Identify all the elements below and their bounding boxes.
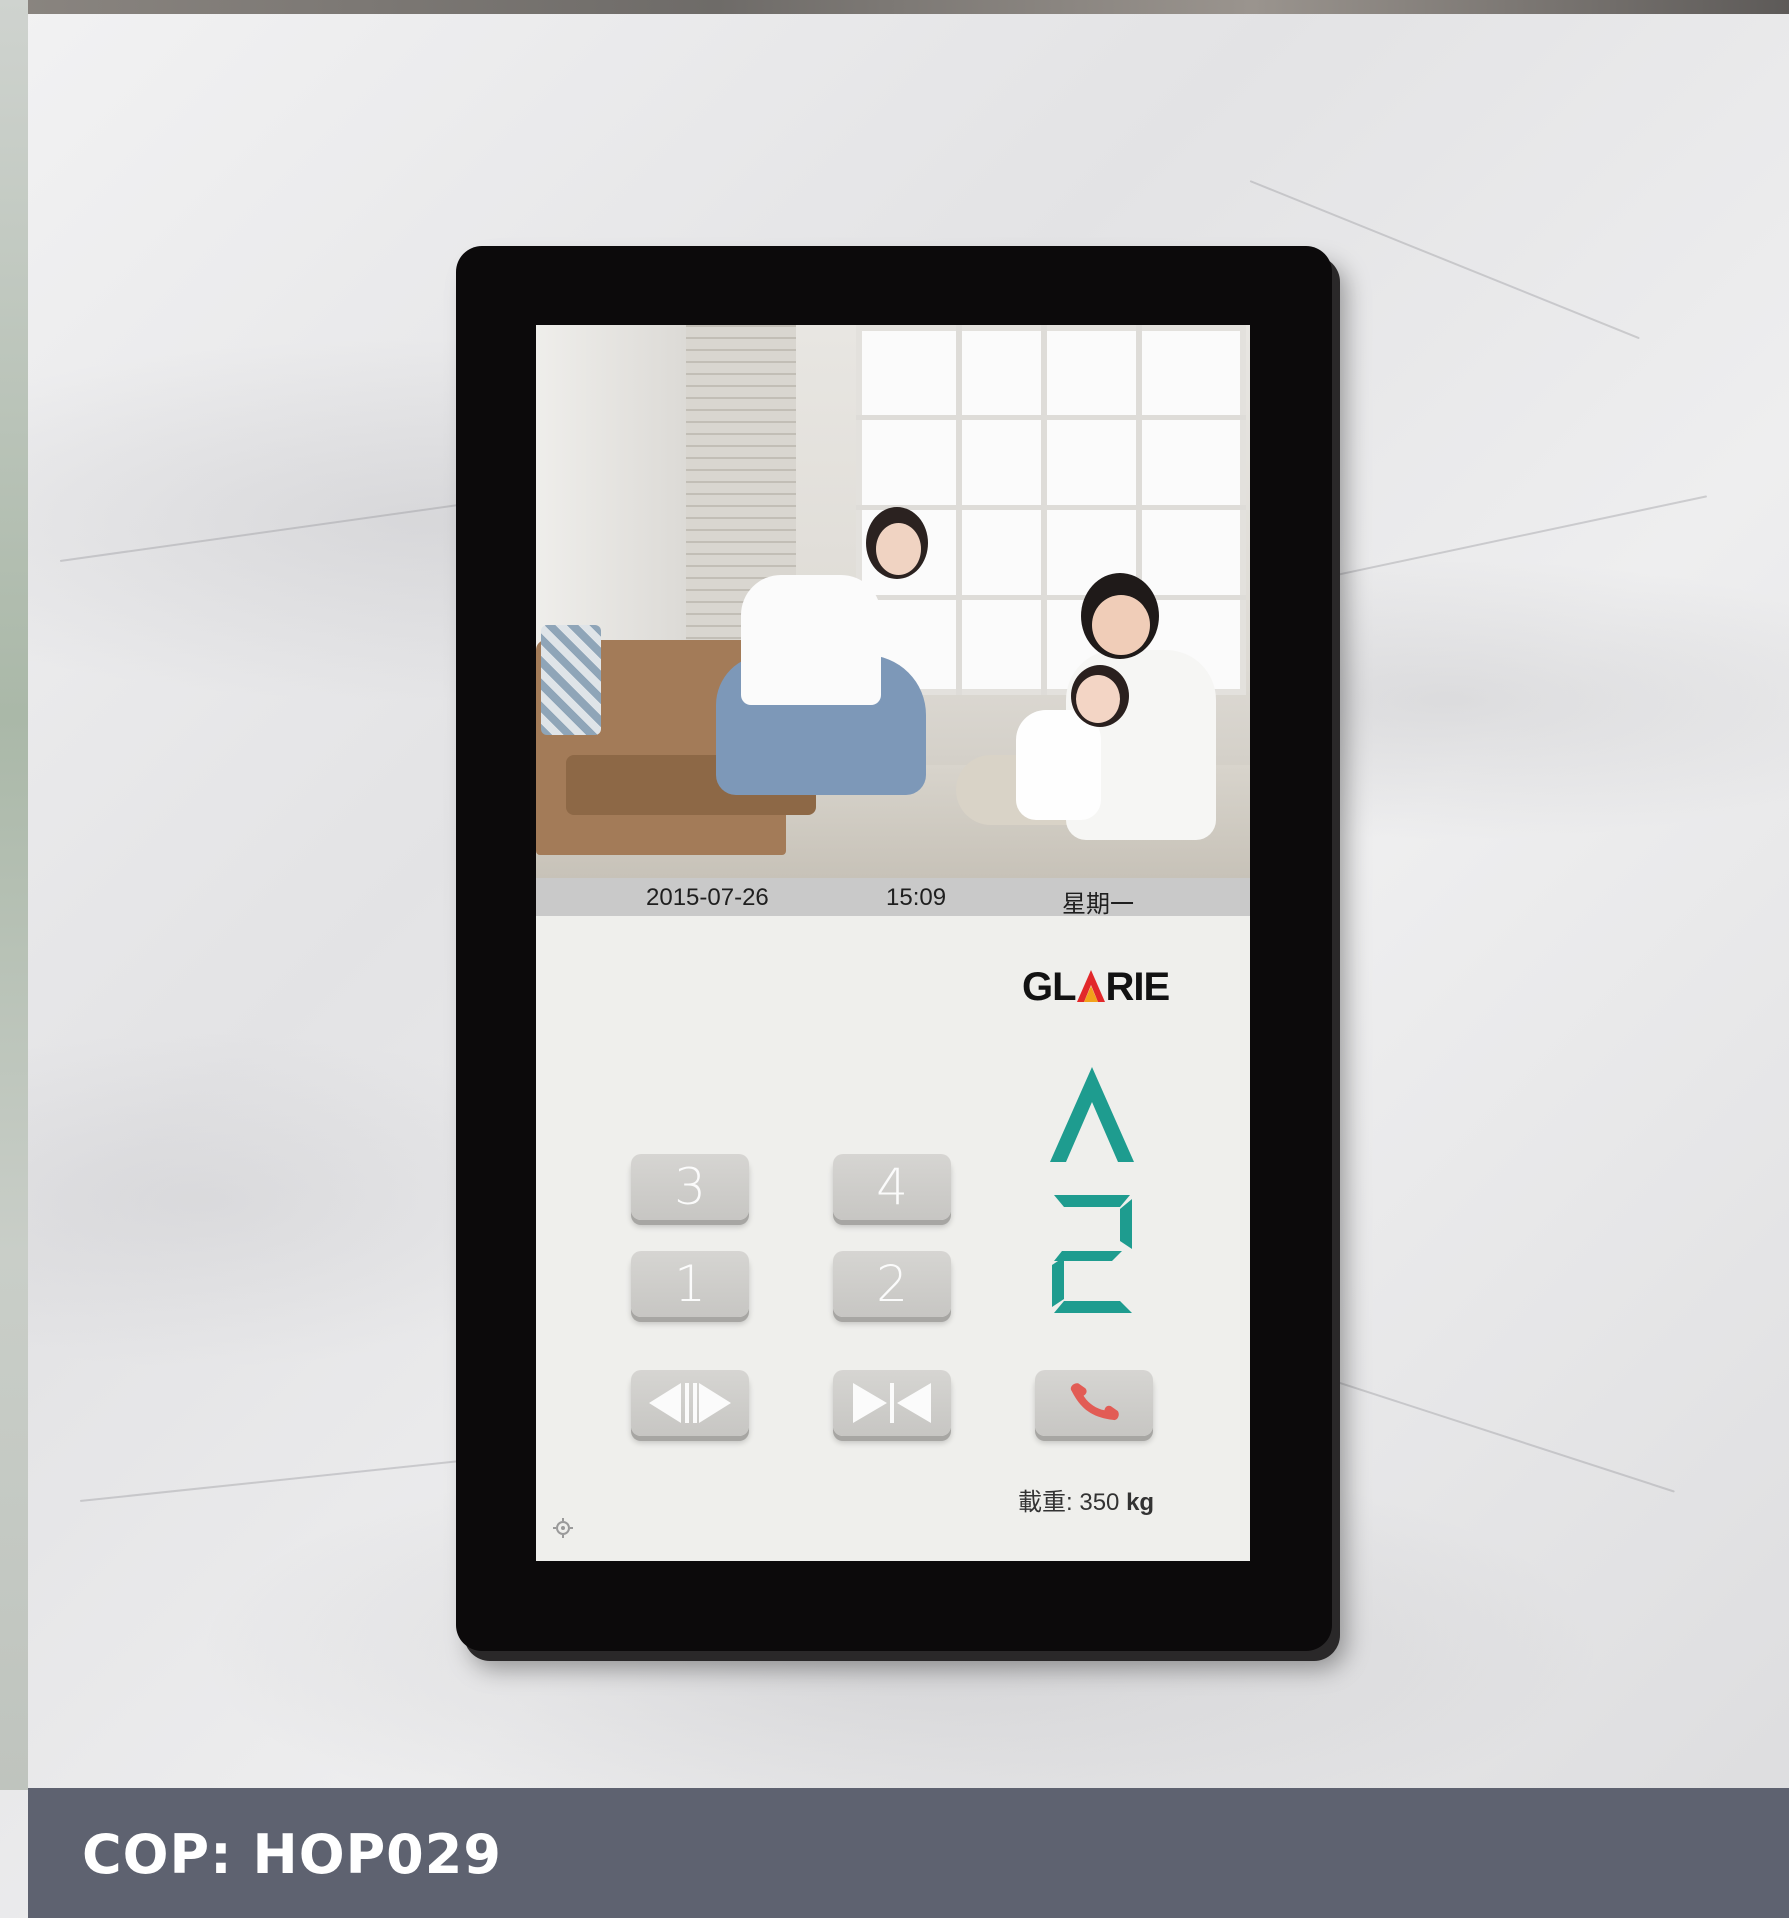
- time-text: 15:09: [886, 884, 947, 911]
- date-text: 2015-07-26: [646, 884, 769, 911]
- model-caption: COP: HOP029: [82, 1823, 502, 1886]
- left-frame-strip: [0, 0, 28, 1790]
- floor-button-3[interactable]: 3: [631, 1154, 749, 1220]
- status-bar: 2015-07-26 15:09 星期一: [536, 878, 1250, 918]
- top-frame-strip: [0, 0, 1789, 14]
- current-floor-display: [1052, 1195, 1132, 1313]
- brand-logo-right: RIE: [1105, 965, 1171, 1009]
- weekday-text: 星期一: [1062, 891, 1134, 918]
- cop-panel-device: 2015-07-26 15:09 星期一 GL RIE 3 4 1 2 載重: …: [456, 246, 1332, 1651]
- door-open-icon: [649, 1383, 731, 1423]
- touch-screen: 2015-07-26 15:09 星期一 GL RIE 3 4 1 2 載重: …: [536, 325, 1250, 1561]
- family-photo: [536, 325, 1250, 878]
- floor-button-1[interactable]: 1: [631, 1251, 749, 1317]
- direction-up-arrow-icon: [1050, 1067, 1134, 1162]
- capacity-label: 載重:: [1018, 1489, 1073, 1516]
- floor-button-2[interactable]: 2: [833, 1251, 951, 1317]
- capacity-value: 350: [1079, 1489, 1120, 1516]
- capacity-unit: kg: [1126, 1489, 1155, 1516]
- brand-logo: GL RIE: [1022, 965, 1171, 1010]
- door-close-icon: [853, 1383, 931, 1423]
- door-open-button[interactable]: [631, 1370, 749, 1436]
- floor-button-4[interactable]: 4: [833, 1154, 951, 1220]
- capacity-readout: 載重: 350 kg: [1018, 1482, 1154, 1517]
- door-close-button[interactable]: [833, 1370, 951, 1436]
- brand-logo-left: GL: [1022, 965, 1077, 1009]
- settings-gear-icon[interactable]: [552, 1517, 574, 1539]
- brand-arrow-icon: [1076, 968, 1106, 1004]
- alarm-call-button[interactable]: [1035, 1370, 1153, 1436]
- phone-icon: [1070, 1383, 1119, 1421]
